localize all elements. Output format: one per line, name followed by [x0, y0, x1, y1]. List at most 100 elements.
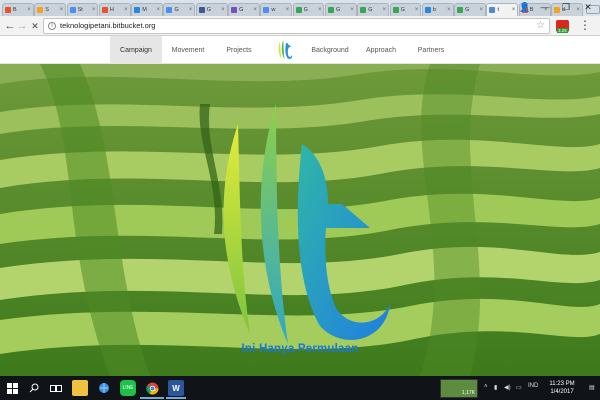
browser-tab[interactable]: G × [389, 3, 422, 16]
tab-close-icon[interactable]: × [350, 7, 356, 13]
tab-favicon-icon [134, 7, 141, 13]
tab-close-icon[interactable]: × [318, 7, 324, 13]
bookmark-star-icon[interactable]: ☆ [536, 20, 545, 31]
tab-favicon-icon [231, 7, 238, 13]
tab-close-icon[interactable]: × [286, 7, 292, 13]
tab-label: B [13, 7, 17, 13]
tab-close-icon[interactable]: × [479, 7, 485, 13]
browser-tab[interactable]: S × [34, 3, 67, 16]
line-icon[interactable]: LINE [120, 380, 136, 396]
tab-strip: B × S × St × H × M × G × G × G × w × G × G × G × G × b × G × t × B × d × [0, 0, 600, 16]
browser-tab[interactable]: b × [421, 3, 454, 16]
tab-label: G [465, 7, 470, 13]
page-info-icon[interactable]: i [48, 22, 56, 30]
tab-label: b [432, 7, 436, 13]
browser-tab[interactable]: G × [195, 3, 228, 16]
tab-close-icon[interactable]: × [447, 7, 453, 13]
tab-close-icon[interactable]: × [60, 7, 66, 13]
tab-label: G [206, 7, 212, 13]
thumbnail-value: 1,17K [461, 390, 475, 396]
chrome-icon[interactable] [144, 380, 160, 396]
reload-stop-button[interactable]: ✕ [28, 19, 42, 33]
nav-campaign[interactable]: Campaign [110, 36, 162, 64]
browser-menu-button[interactable]: ⋮ [578, 19, 592, 31]
tab-label: t [497, 7, 499, 13]
tab-favicon-icon [360, 7, 367, 13]
windows-start-icon[interactable] [4, 380, 20, 396]
battery-icon[interactable]: ▭ [516, 384, 522, 391]
tray-up-arrow-icon[interactable]: ˄ [484, 384, 488, 390]
browser-tab[interactable]: G × [163, 3, 196, 16]
globe-icon[interactable] [96, 380, 112, 396]
language-indicator[interactable]: IND [528, 383, 538, 389]
extension-icon[interactable]: 3.26 [556, 20, 569, 33]
maximize-button[interactable]: ❐ [556, 0, 576, 14]
tab-favicon-icon [424, 7, 431, 13]
word-icon[interactable]: W [168, 380, 184, 396]
tab-label: H [109, 7, 114, 13]
hero-logo [223, 104, 390, 344]
tab-label: G [368, 7, 373, 13]
nav-approach[interactable]: Approach [358, 36, 404, 64]
task-view-icon[interactable] [48, 380, 64, 396]
extension-badge: 3.26 [557, 28, 568, 33]
tab-label: G [400, 7, 405, 13]
tab-favicon-icon [327, 7, 334, 13]
nav-background[interactable]: Background [302, 36, 358, 64]
hero-tagline: Ini Hanya Permulaan [241, 343, 359, 355]
tab-close-icon[interactable]: × [253, 7, 259, 13]
tab-favicon-icon [37, 7, 44, 13]
browser-tab[interactable]: H × [98, 3, 131, 16]
tab-favicon-icon [295, 7, 302, 13]
tab-favicon-icon [263, 7, 270, 13]
browser-tab[interactable]: G × [228, 3, 260, 16]
tab-close-icon[interactable]: × [512, 7, 518, 13]
taskbar-clock[interactable]: 11:23 PM 1/4/2017 [540, 380, 584, 396]
nav-projects[interactable]: Projects [214, 36, 264, 64]
browser-tab[interactable]: G × [292, 3, 325, 16]
close-window-button[interactable]: ✕ [577, 0, 599, 14]
profile-icon[interactable]: 👤 [518, 0, 532, 14]
nav-partners[interactable]: Partners [406, 36, 456, 64]
nav-movement[interactable]: Movement [162, 36, 214, 64]
tab-close-icon[interactable]: × [189, 7, 195, 13]
tab-close-icon[interactable]: × [156, 7, 162, 13]
tab-close-icon[interactable]: × [415, 7, 421, 13]
volume-icon[interactable]: ◀) [504, 384, 511, 391]
browser-tab[interactable]: t × [486, 3, 519, 16]
tab-favicon-icon [392, 7, 399, 13]
search-icon[interactable] [26, 380, 42, 396]
network-icon[interactable]: ▮ [494, 384, 497, 391]
browser-tab[interactable]: St × [66, 3, 99, 16]
tab-favicon-icon [166, 7, 173, 13]
tab-close-icon[interactable]: × [221, 7, 227, 13]
tab-favicon-icon [457, 7, 464, 13]
tab-label: G [303, 7, 308, 13]
browser-tab[interactable]: B × [2, 3, 34, 16]
lt-logo-icon[interactable] [276, 39, 294, 61]
browser-tab[interactable]: w × [260, 3, 293, 16]
tab-close-icon[interactable]: × [383, 7, 389, 13]
tab-close-icon[interactable]: × [27, 7, 33, 13]
url-input[interactable]: i teknologipetani.bitbucket.org ☆ [43, 18, 550, 34]
tab-label: w [271, 7, 276, 13]
explorer-icon[interactable] [72, 380, 88, 396]
address-bar: ← → ✕ i teknologipetani.bitbucket.org ☆ … [0, 16, 600, 36]
browser-tab[interactable]: G × [454, 3, 486, 16]
hero-section: Ini Hanya Permulaan [0, 64, 600, 376]
tab-favicon-icon [489, 7, 496, 13]
live-thumbnail[interactable]: 1,17K [440, 379, 478, 398]
tab-label: St [77, 7, 83, 13]
forward-button[interactable]: → [15, 19, 29, 33]
notification-center-icon[interactable]: ▤ [589, 384, 595, 391]
tab-label: G [335, 7, 341, 13]
minimize-button[interactable]: — [535, 0, 555, 14]
browser-tab[interactable]: G × [324, 3, 357, 16]
browser-tab[interactable]: M × [131, 3, 163, 16]
browser-tab[interactable]: G × [357, 3, 390, 16]
url-text: teknologipetani.bitbucket.org [60, 21, 156, 30]
tab-label: S [45, 7, 49, 13]
tab-label: G [174, 7, 179, 13]
tab-close-icon[interactable]: × [124, 7, 130, 13]
tab-close-icon[interactable]: × [92, 7, 98, 13]
